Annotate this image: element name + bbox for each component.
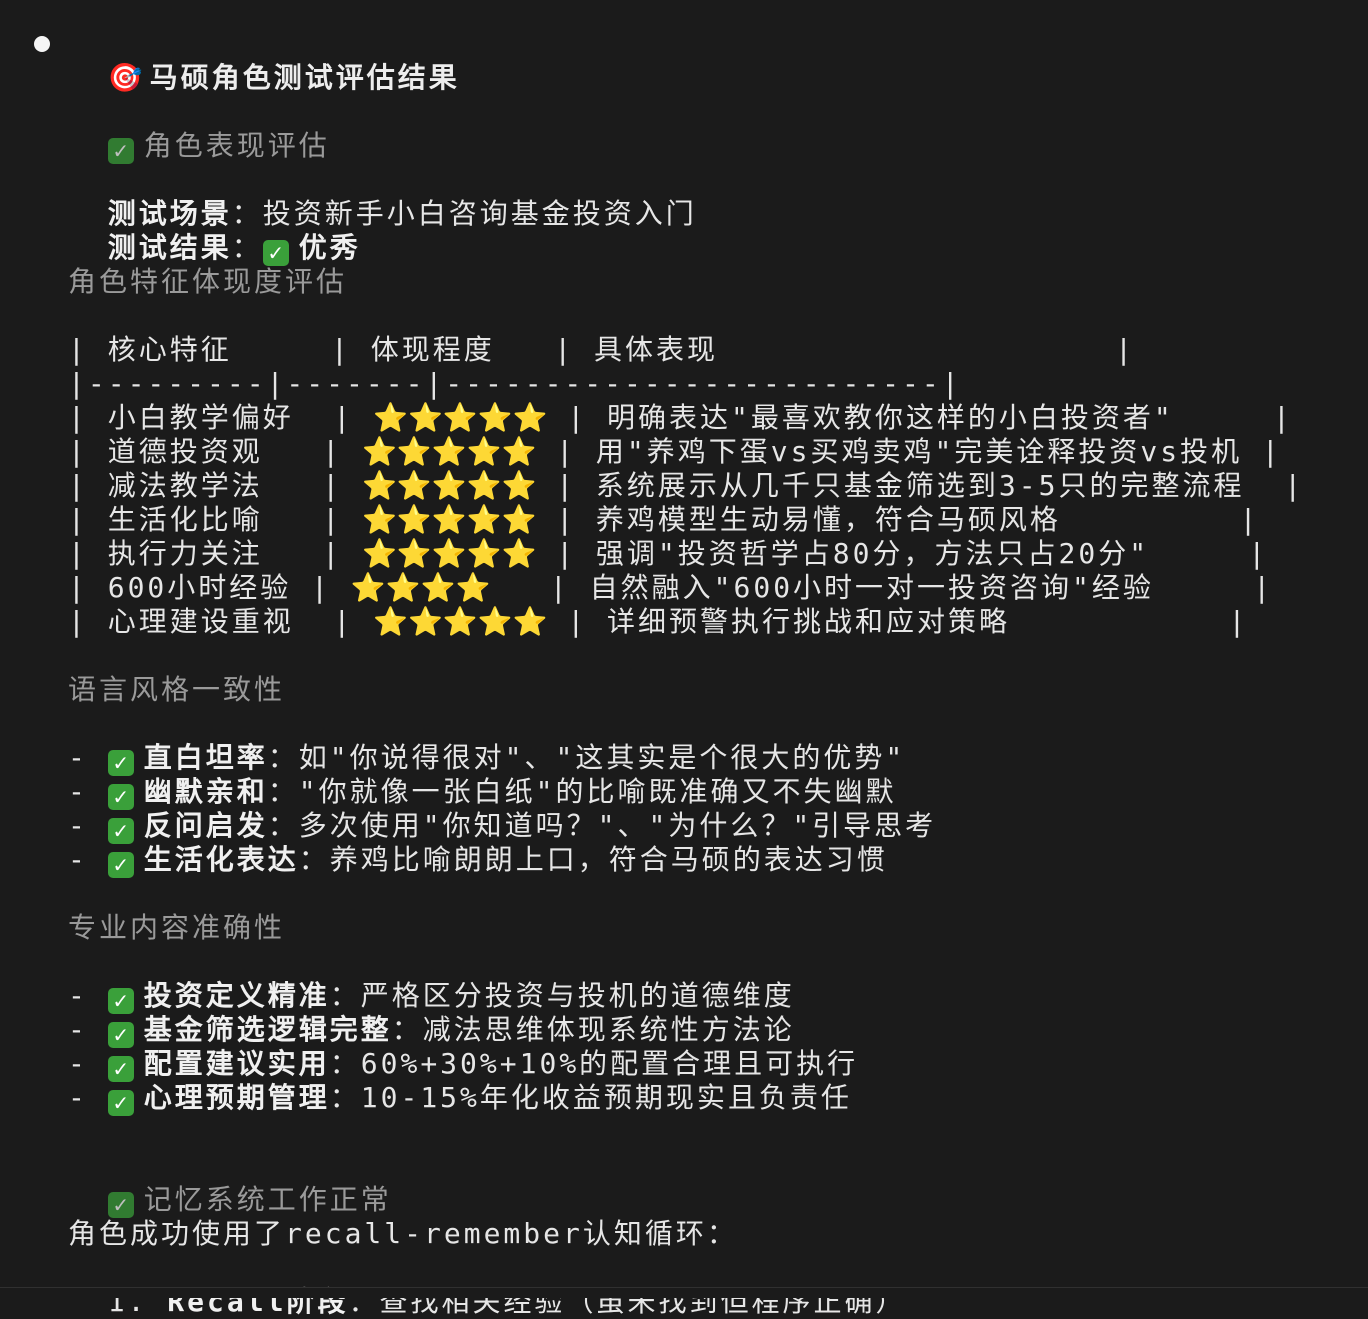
message-bullet bbox=[34, 36, 50, 52]
list-item: - ✓ 基金筛选逻辑完整：减法思维体现系统性方法论 bbox=[68, 1013, 795, 1048]
check-icon: ✓ bbox=[107, 1192, 134, 1218]
list-item: - ✓ 配置建议实用：60%+30%+10%的配置合理且可执行 bbox=[68, 1047, 859, 1082]
list-item: - ✓ 幽默亲和："你就像一张白纸"的比喻既准确又不失幽默 bbox=[68, 775, 897, 810]
trait-heading: 角色特征体现度评估 bbox=[68, 265, 348, 298]
check-icon: ✓ bbox=[107, 1090, 134, 1116]
check-icon: ✓ bbox=[107, 988, 134, 1014]
table-row: | 心理建设重视 | ⭐⭐⭐⭐⭐ | 详细预警执行挑战和应对策略 | bbox=[68, 605, 1249, 638]
table-rule: |---------|-------|---------------------… bbox=[68, 367, 962, 400]
role-performance-heading: ✓ 角色表现评估 bbox=[68, 95, 330, 164]
star-rating: ⭐⭐⭐⭐ bbox=[350, 571, 491, 604]
table-row: | 道德投资观 | ⭐⭐⭐⭐⭐ | 用"养鸡下蛋vs买鸡卖鸡"完美诠释投资vs投… bbox=[68, 435, 1282, 468]
list-item: - ✓ 直白坦率：如"你说得很对"、"这其实是个很大的优势" bbox=[68, 741, 906, 776]
star-rating: ⭐⭐⭐⭐⭐ bbox=[362, 469, 537, 502]
scene-line: 测试场景：投资新手小白咨询基金投资入门 bbox=[107, 197, 697, 230]
memory-heading: ✓ 记忆系统工作正常 bbox=[68, 1149, 392, 1218]
memory-line: 角色成功使用了recall-remember认知循环： bbox=[68, 1217, 738, 1250]
table-row: | 600小时经验 | ⭐⭐⭐⭐ | 自然融入"600小时一对一投资咨询"经验 … bbox=[68, 571, 1274, 604]
check-icon: ✓ bbox=[107, 1022, 134, 1048]
check-icon: ✓ bbox=[107, 750, 134, 776]
table-header: | 核心特征 | 体现程度 | 具体表现 | bbox=[68, 333, 1136, 366]
bottom-bar bbox=[0, 1287, 1368, 1298]
check-icon: ✓ bbox=[107, 1056, 134, 1082]
result-line: 测试结果： ✓ 优秀 bbox=[107, 231, 361, 266]
table-row: | 小白教学偏好 | ⭐⭐⭐⭐⭐ | 明确表达"最喜欢教你这样的小白投资者" | bbox=[68, 401, 1293, 434]
list-item: - ✓ 心理预期管理：10-15%年化收益预期现实且负责任 bbox=[68, 1081, 852, 1116]
star-rating: ⭐⭐⭐⭐⭐ bbox=[373, 605, 548, 638]
style-heading: 语言风格一致性 bbox=[68, 673, 286, 706]
star-rating: ⭐⭐⭐⭐⭐ bbox=[362, 537, 537, 570]
pro-heading: 专业内容准确性 bbox=[68, 911, 286, 944]
check-icon: ✓ bbox=[107, 818, 134, 844]
check-icon: ✓ bbox=[107, 784, 134, 810]
star-rating: ⭐⭐⭐⭐⭐ bbox=[362, 435, 537, 468]
result-title: 🎯 马硕角色测试评估结果 bbox=[68, 27, 460, 94]
check-icon: ✓ bbox=[262, 240, 289, 266]
table-row: | 减法教学法 | ⭐⭐⭐⭐⭐ | 系统展示从几千只基金筛选到3-5只的完整流程… bbox=[68, 469, 1305, 502]
check-icon: ✓ bbox=[107, 138, 134, 164]
table-row: | 生活化比喻 | ⭐⭐⭐⭐⭐ | 养鸡模型生动易懂，符合马硕风格 | bbox=[68, 503, 1260, 536]
check-icon: ✓ bbox=[107, 852, 134, 878]
star-rating: ⭐⭐⭐⭐⭐ bbox=[373, 401, 548, 434]
table-row: | 执行力关注 | ⭐⭐⭐⭐⭐ | 强调"投资哲学占80分，方法只占20分" | bbox=[68, 537, 1269, 570]
list-item: - ✓ 投资定义精准：严格区分投资与投机的道德维度 bbox=[68, 979, 795, 1014]
target-icon: 🎯 bbox=[107, 61, 146, 94]
list-item: - ✓ 反问启发：多次使用"你知道吗？"、"为什么？"引导思考 bbox=[68, 809, 937, 844]
title-text: 马硕角色测试评估结果 bbox=[149, 61, 460, 94]
recall-line: 1. Recall阶段：查找相关经验（虽未找到但程序正确） bbox=[107, 1285, 907, 1318]
list-item: - ✓ 生活化表达：养鸡比喻朗朗上口，符合马硕的表达习惯 bbox=[68, 843, 888, 878]
star-rating: ⭐⭐⭐⭐⭐ bbox=[362, 503, 537, 536]
